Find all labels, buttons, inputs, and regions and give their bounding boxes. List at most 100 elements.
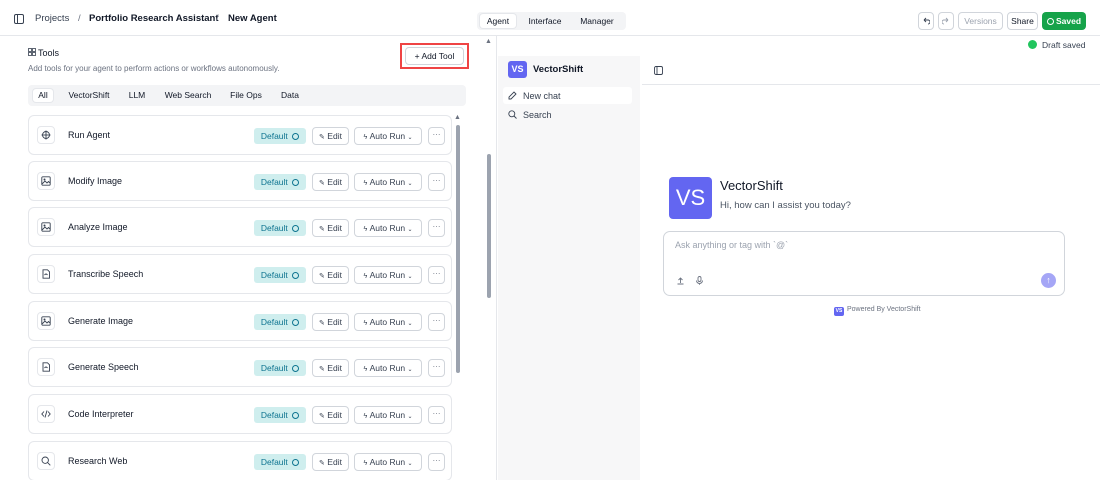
chevron-down-icon: ⌄ [407,414,413,420]
tool-card[interactable]: Generate Speech Default ✎ Edit ϟ Auto Run … [28,347,452,387]
filter-tab-web-search[interactable]: Web Search [162,89,214,102]
tool-card[interactable]: Code Interpreter Default ✎ Edit ϟ Auto Run… [28,394,452,434]
send-button[interactable]: ↑ [1041,273,1056,288]
edit-icon [508,91,517,102]
more-options-button[interactable]: ··· [428,359,445,377]
more-options-button[interactable]: ··· [428,313,445,331]
filter-tab-file-ops[interactable]: File Ops [227,89,265,102]
ellipsis-icon: ··· [432,269,441,278]
breadcrumb-current: New Agent [228,13,277,24]
info-icon [292,365,300,372]
versions-button[interactable]: Versions [958,12,1003,30]
auto-run-dropdown[interactable]: ϟ Auto Run ⌄ [354,406,422,424]
filter-tab-vectorshift[interactable]: VectorShift [63,89,115,102]
edit-tool-button[interactable]: ✎ Edit [312,453,349,471]
more-options-button[interactable]: ··· [428,219,445,237]
tool-name: Research Web [68,456,128,466]
tool-card[interactable]: Research Web Default ✎ Edit ϟ Auto Run ⌄ ··… [28,441,452,480]
default-status-badge[interactable]: Default [254,174,306,190]
auto-run-dropdown[interactable]: ϟ Auto Run ⌄ [354,313,422,331]
draft-status-label: Draft saved [1042,40,1086,50]
breadcrumb-separator: / [78,13,81,24]
tool-card[interactable]: Modify Image Default ✎ Edit ϟ Auto Run ⌄ ··… [28,161,452,201]
chat-search-item[interactable]: Search [523,110,552,120]
pencil-icon: ✎ [319,320,325,327]
sidebar-toggle-icon[interactable] [14,14,24,26]
powered-by[interactable]: VS Powered By VectorShift [834,306,921,316]
tools-icon [28,48,36,58]
image-icon [37,172,55,190]
auto-run-dropdown[interactable]: ϟ Auto Run ⌄ [354,359,422,377]
tool-card[interactable]: Generate Image Default ✎ Edit ϟ Auto Run ⌄… [28,301,452,341]
lightning-icon: ϟ [363,273,368,280]
auto-run-dropdown[interactable]: ϟ Auto Run ⌄ [354,453,422,471]
auto-run-dropdown[interactable]: ϟ Auto Run ⌄ [354,266,422,284]
chevron-down-icon: ⌄ [407,367,413,373]
tool-card[interactable]: Transcribe Speech Default ✎ Edit ϟ Auto Ru… [28,254,452,294]
breadcrumb-projects[interactable]: Projects [35,13,69,24]
top-header: Projects / Portfolio Research Assistant … [0,0,1100,36]
edit-tool-button[interactable]: ✎ Edit [312,406,349,424]
default-status-badge[interactable]: Default [254,360,306,376]
more-options-button[interactable]: ··· [428,127,445,145]
chat-app-name: VectorShift [533,64,584,75]
default-status-badge[interactable]: Default [254,314,306,330]
edit-tool-button[interactable]: ✎ Edit [312,266,349,284]
tab-agent[interactable]: Agent [480,14,516,28]
filter-tab-all[interactable]: All [33,89,53,102]
tool-list-scrollbar[interactable] [456,125,460,373]
filter-tab-llm[interactable]: LLM [125,89,149,102]
chat-input-placeholder[interactable]: Ask anything or tag with `@` [675,240,788,250]
ellipsis-icon: ··· [432,222,441,231]
info-icon [292,412,300,419]
more-options-button[interactable]: ··· [428,266,445,284]
more-options-button[interactable]: ··· [428,406,445,424]
auto-run-dropdown[interactable]: ϟ Auto Run ⌄ [354,127,422,145]
saved-status-button[interactable]: Saved [1042,12,1086,30]
edit-tool-button[interactable]: ✎ Edit [312,127,349,145]
scroll-up-arrow[interactable]: ▲ [454,114,461,121]
powered-by-label: Powered By VectorShift [847,306,921,313]
add-tool-button[interactable]: + Add Tool [405,47,464,65]
tool-card[interactable]: Run Agent Default ✎ Edit ϟ Auto Run ⌄ ··· [28,115,452,155]
panel-divider[interactable] [496,36,497,480]
tools-subtitle: Add tools for your agent to perform acti… [28,64,280,73]
default-status-badge[interactable]: Default [254,128,306,144]
tab-interface[interactable]: Interface [521,14,569,28]
info-icon [292,319,300,326]
info-icon [292,459,300,466]
panel-scroll-up-arrow[interactable]: ▲ [485,38,492,45]
auto-run-dropdown[interactable]: ϟ Auto Run ⌄ [354,219,422,237]
upload-icon[interactable] [676,276,685,287]
edit-tool-button[interactable]: ✎ Edit [312,313,349,331]
default-status-badge[interactable]: Default [254,454,306,470]
tool-card[interactable]: Analyze Image Default ✎ Edit ϟ Auto Run ⌄ ·… [28,207,452,247]
default-status-badge[interactable]: Default [254,407,306,423]
edit-tool-button[interactable]: ✎ Edit [312,359,349,377]
share-button[interactable]: Share [1007,12,1038,30]
tool-name: Analyze Image [68,222,128,232]
new-chat-label: New chat [523,91,561,101]
pencil-icon: ✎ [319,180,325,187]
more-options-button[interactable]: ··· [428,173,445,191]
edit-tool-button[interactable]: ✎ Edit [312,173,349,191]
redo-button[interactable] [938,12,954,30]
chevron-down-icon: ⌄ [407,461,413,467]
tab-manager[interactable]: Manager [573,14,621,28]
tool-name: Run Agent [68,130,111,140]
info-icon [292,133,300,140]
lightning-icon: ϟ [363,134,368,141]
auto-run-dropdown[interactable]: ϟ Auto Run ⌄ [354,173,422,191]
breadcrumb-project[interactable]: Portfolio Research Assistant [89,13,219,24]
more-options-button[interactable]: ··· [428,453,445,471]
undo-button[interactable] [918,12,934,30]
vectorshift-logo: VS [508,61,527,78]
ellipsis-icon: ··· [432,456,441,465]
filter-tab-data[interactable]: Data [278,89,302,102]
panel-scrollbar[interactable] [487,154,491,298]
edit-tool-button[interactable]: ✎ Edit [312,219,349,237]
default-status-badge[interactable]: Default [254,267,306,283]
microphone-icon[interactable] [695,276,704,287]
default-status-badge[interactable]: Default [254,220,306,236]
collapse-sidebar-icon[interactable] [654,66,663,77]
